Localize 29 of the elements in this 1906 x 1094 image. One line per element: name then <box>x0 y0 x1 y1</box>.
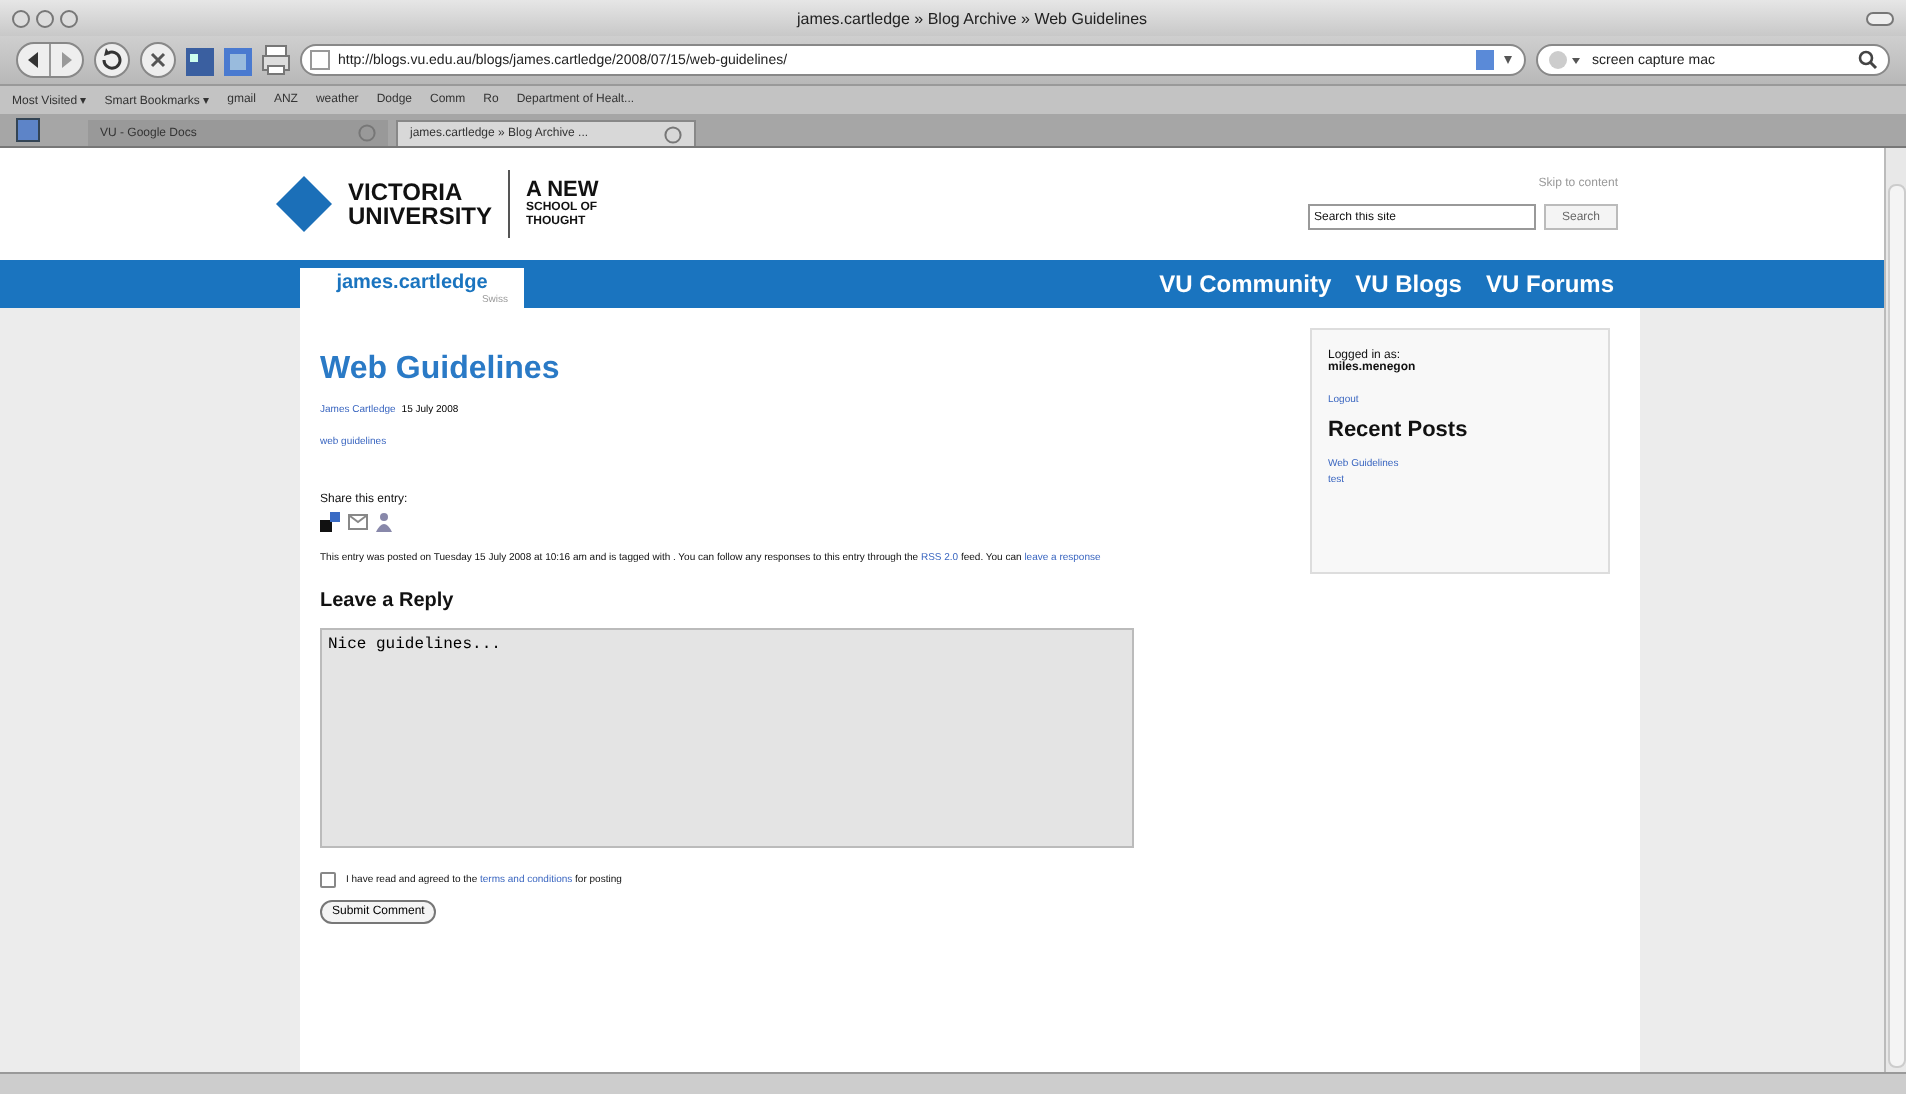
tagline-text: A NEW <box>526 179 599 201</box>
print-icon[interactable] <box>262 44 290 76</box>
nav-link[interactable]: VU Forums <box>1485 270 1614 298</box>
nav-link[interactable]: VU Blogs <box>1355 270 1462 298</box>
back-forward-icon[interactable] <box>16 42 84 78</box>
nav-link[interactable]: VU Community <box>1159 270 1332 298</box>
site-icon[interactable] <box>310 50 330 70</box>
reload-icon[interactable] <box>94 42 130 78</box>
logo-text: UNIVERSITY <box>348 204 493 228</box>
blog-name: james.cartledge <box>336 271 488 293</box>
logo-text: VICTORIA <box>348 180 465 204</box>
new-tab-icon[interactable] <box>16 118 40 142</box>
search-engine-icon[interactable] <box>1548 50 1584 70</box>
toolbar-toggle-icon[interactable] <box>1866 11 1894 25</box>
search-icon[interactable] <box>1858 50 1878 70</box>
share-icon[interactable] <box>320 512 340 532</box>
mail-icon[interactable] <box>348 514 368 530</box>
agree-checkbox[interactable] <box>320 872 336 888</box>
recent-posts-heading: Recent Posts <box>1328 418 1468 442</box>
scroll-thumb[interactable] <box>1887 184 1905 1068</box>
diamond-logo-icon[interactable] <box>276 176 332 232</box>
window-title: james.cartledge » Blog Archive » Web Guidelines <box>794 9 1150 27</box>
scrollbar[interactable] <box>1884 148 1906 1072</box>
stop-icon[interactable] <box>140 42 176 78</box>
reply-heading: Leave a Reply <box>320 590 454 612</box>
page-icon[interactable] <box>224 44 252 76</box>
comment-field[interactable]: Nice guidelines... <box>320 628 1134 848</box>
post-title[interactable]: Web Guidelines <box>320 352 560 388</box>
person-icon[interactable] <box>376 512 392 532</box>
